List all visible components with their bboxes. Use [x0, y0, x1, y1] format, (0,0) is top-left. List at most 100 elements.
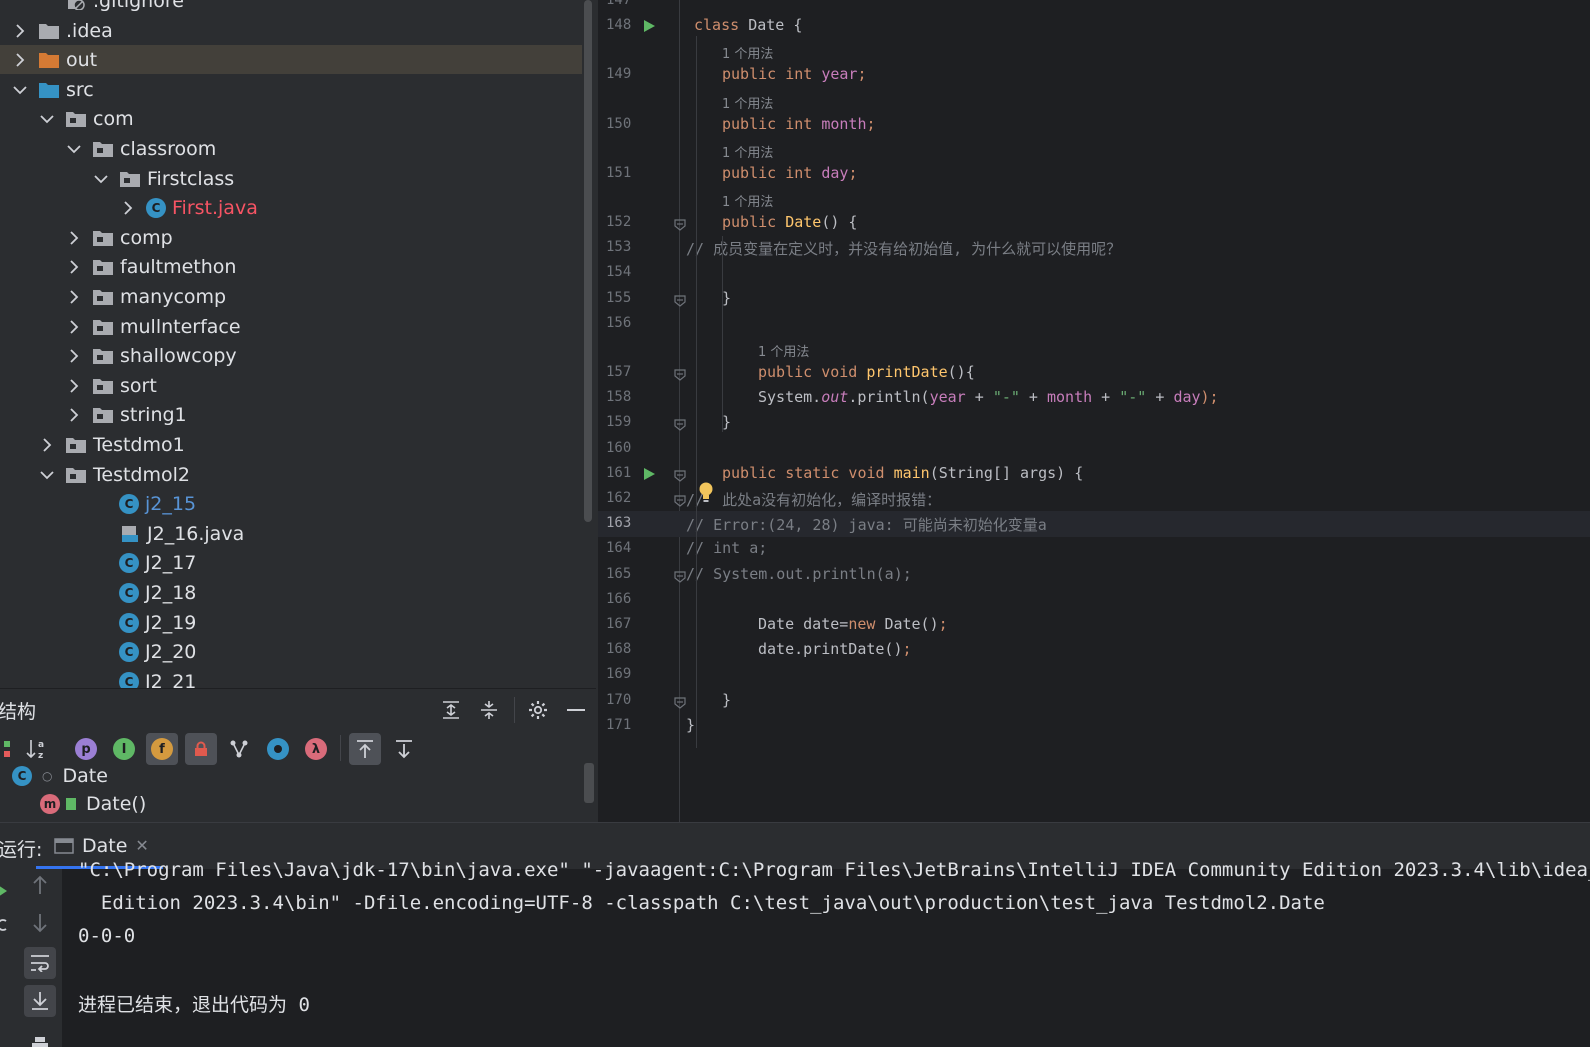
tree-item[interactable]: .idea: [0, 16, 582, 45]
usage-hint[interactable]: 1 个用法: [722, 191, 773, 210]
expand-all-icon[interactable]: [438, 697, 464, 723]
tree-item[interactable]: .gitignore: [0, 0, 582, 15]
chevron-right-icon[interactable]: [66, 348, 82, 364]
show-lambdas-icon[interactable]: λ: [300, 733, 332, 765]
structure-item-class[interactable]: C ○ Date: [12, 765, 108, 787]
tree-item[interactable]: C J2_21: [0, 667, 582, 688]
show-properties-icon[interactable]: p: [70, 733, 102, 765]
tree-item[interactable]: sort: [0, 371, 582, 400]
code-line[interactable]: 163 // Error:(24, 28) java: 可能尚未初始化变量a: [598, 511, 1590, 538]
gear-icon[interactable]: [525, 697, 551, 723]
code-line[interactable]: 161 public static void main(String[] args…: [598, 461, 1590, 487]
code-line[interactable]: 164 // int a;: [598, 536, 1590, 562]
show-non-public-icon[interactable]: [185, 733, 217, 765]
chevron-right-icon[interactable]: [66, 289, 82, 305]
show-anonymous-icon[interactable]: [262, 733, 294, 765]
print-icon[interactable]: [24, 1029, 56, 1047]
project-tree[interactable]: .gitignore .idea out src com classroom Firstcl…: [0, 0, 596, 688]
show-interfaces-icon[interactable]: I: [108, 733, 140, 765]
project-tree-scrollbar[interactable]: [584, 0, 592, 522]
usage-hint[interactable]: 1 个用法: [758, 341, 809, 360]
chevron-down-icon[interactable]: [39, 467, 55, 483]
code-line[interactable]: 158 System.out.println(year + "-" + month…: [598, 385, 1590, 411]
chevron-right-icon[interactable]: [120, 200, 136, 216]
fold-icon[interactable]: [674, 293, 686, 307]
chevron-right-icon[interactable]: [12, 52, 28, 68]
fold-icon[interactable]: [674, 695, 686, 709]
structure-item-method[interactable]: m Date(): [40, 793, 146, 815]
chevron-down-icon[interactable]: [66, 141, 82, 157]
lightbulb-icon[interactable]: [698, 482, 714, 504]
code-line[interactable]: 156: [598, 311, 1590, 337]
tree-item[interactable]: string1: [0, 400, 582, 429]
close-icon[interactable]: ✕: [135, 836, 148, 855]
code-line[interactable]: 149 public int year;: [598, 62, 1590, 88]
tree-item[interactable]: shallowcopy: [0, 341, 582, 370]
code-editor[interactable]: 147 148 class Date {1 个用法 149 public int yea…: [598, 0, 1590, 822]
chevron-down-icon[interactable]: [39, 111, 55, 127]
usage-hint[interactable]: 1 个用法: [722, 142, 773, 161]
fold-icon[interactable]: [674, 367, 686, 381]
tree-item[interactable]: Testdmo1: [0, 430, 582, 459]
code-line[interactable]: 151 public int day;: [598, 161, 1590, 187]
tree-item[interactable]: J2_16.java: [0, 519, 582, 548]
chevron-right-icon[interactable]: [66, 230, 82, 246]
minimize-icon[interactable]: [563, 697, 589, 723]
scroll-to-end-icon[interactable]: [24, 985, 56, 1017]
show-inherited-icon[interactable]: [0, 733, 22, 765]
code-line[interactable]: 160: [598, 436, 1590, 462]
usage-hint[interactable]: 1 个用法: [722, 93, 773, 112]
scroll-down-icon[interactable]: [24, 907, 56, 939]
code-line[interactable]: 152 public Date() {: [598, 210, 1590, 236]
tree-item[interactable]: manycomp: [0, 282, 582, 311]
tree-item[interactable]: com: [0, 104, 582, 133]
fold-icon[interactable]: [674, 493, 686, 507]
tree-item[interactable]: classroom: [0, 134, 582, 163]
tree-item[interactable]: C First.java: [0, 193, 582, 222]
show-hierarchy-icon[interactable]: [223, 733, 255, 765]
code-line[interactable]: 166: [598, 587, 1590, 613]
tree-item[interactable]: mullnterface: [0, 312, 582, 341]
chevron-right-icon[interactable]: [39, 437, 55, 453]
code-line[interactable]: 155}: [598, 286, 1590, 312]
tree-item[interactable]: Firstclass: [0, 164, 582, 193]
tree-item[interactable]: out: [0, 45, 582, 74]
code-line[interactable]: 153 // 成员变量在定义时，并没有给初始值, 为什么就可以使用呢？: [598, 235, 1590, 261]
rerun-icon[interactable]: [0, 875, 18, 907]
code-line[interactable]: 169: [598, 662, 1590, 688]
code-line[interactable]: 165 // System.out.println(a);: [598, 562, 1590, 588]
chevron-right-icon[interactable]: [66, 259, 82, 275]
autoscroll-to-source-icon[interactable]: [349, 733, 381, 765]
show-fields-icon[interactable]: f: [146, 733, 178, 765]
chevron-down-icon[interactable]: [12, 82, 28, 98]
restore-icon[interactable]: [0, 909, 18, 941]
autoscroll-from-source-icon[interactable]: [388, 733, 420, 765]
tree-item[interactable]: Testdmol2: [0, 460, 582, 489]
code-line[interactable]: 167 Date date=new Date();: [598, 612, 1590, 638]
fold-icon[interactable]: [674, 417, 686, 432]
structure-scrollbar[interactable]: [584, 763, 594, 803]
tree-item[interactable]: C J2_20: [0, 637, 582, 666]
run-gutter-icon[interactable]: [642, 19, 656, 33]
chevron-down-icon[interactable]: [93, 171, 109, 187]
code-line[interactable]: 171}: [598, 713, 1590, 739]
code-line[interactable]: 170}: [598, 688, 1590, 714]
tree-item[interactable]: C J2_19: [0, 608, 582, 637]
tree-item[interactable]: src: [0, 75, 582, 104]
code-line[interactable]: 157 public void printDate(){: [598, 360, 1590, 386]
code-line[interactable]: 150 public int month;: [598, 112, 1590, 138]
sort-alphabetically-icon[interactable]: az: [22, 733, 54, 765]
chevron-right-icon[interactable]: [66, 378, 82, 394]
chevron-right-icon[interactable]: [66, 319, 82, 335]
collapse-all-icon[interactable]: [476, 697, 502, 723]
fold-icon[interactable]: [674, 468, 686, 482]
chevron-right-icon[interactable]: [12, 23, 28, 39]
fold-icon[interactable]: [674, 217, 686, 231]
chevron-right-icon[interactable]: [66, 407, 82, 423]
tree-item[interactable]: Cj2_15: [0, 489, 582, 518]
usage-hint[interactable]: 1 个用法: [722, 43, 773, 62]
tree-item[interactable]: comp: [0, 223, 582, 252]
fold-icon[interactable]: [674, 569, 686, 583]
scroll-up-icon[interactable]: [24, 869, 56, 901]
code-line[interactable]: 168 date.printDate();: [598, 637, 1590, 663]
